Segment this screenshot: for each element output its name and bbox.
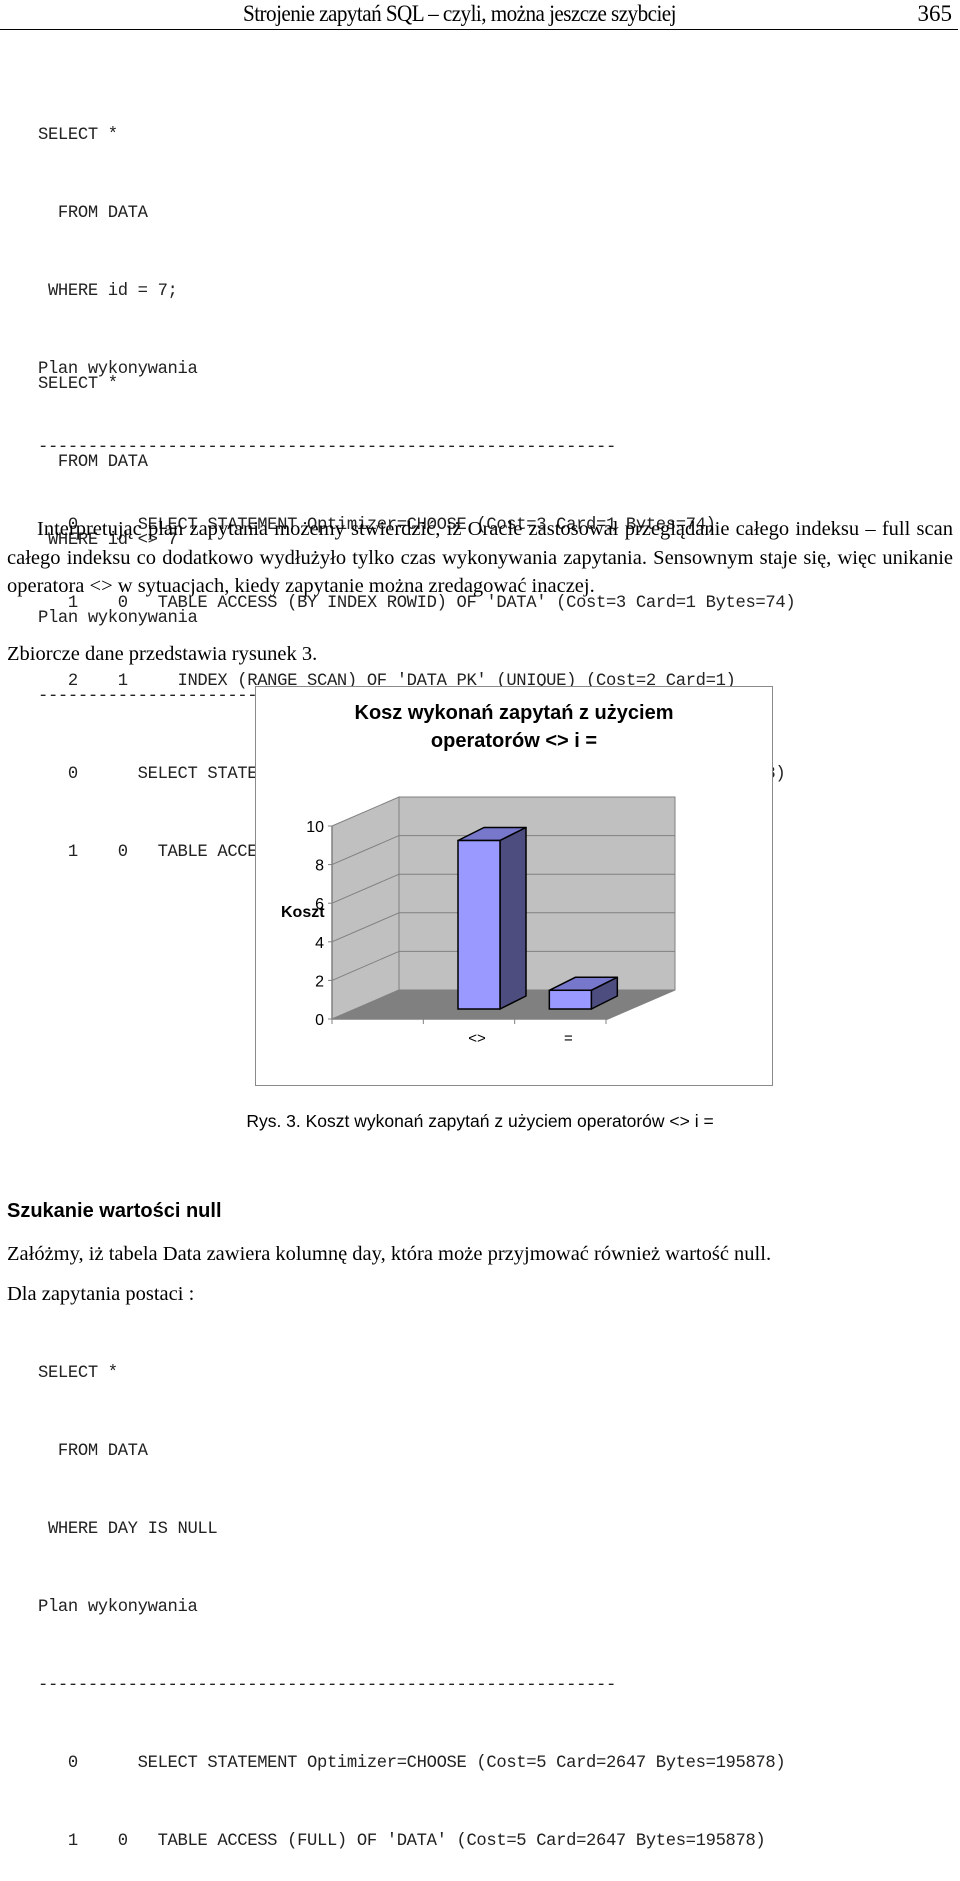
section-intro-paragraph: Załóżmy, iż tabela Data zawiera kolumnę …: [7, 1243, 772, 1265]
section-heading: Szukanie wartości null: [7, 1200, 222, 1222]
code-line: FROM DATA: [38, 204, 148, 223]
interpretation-paragraph: Interpretując plan zapytania możemy stwi…: [7, 518, 953, 597]
y-tick-label: 4: [315, 935, 324, 952]
code-line: 0 SELECT STATEMENT Optimizer=CHOOSE (Cos…: [38, 1754, 786, 1773]
bar-side-face: [499, 826, 527, 1010]
x-category-label: =: [564, 1030, 573, 1047]
code-line: SELECT *: [38, 1364, 118, 1383]
x-category-label: <>: [468, 1030, 486, 1047]
y-tick-label: 2: [315, 973, 324, 990]
y-tick-label: 10: [306, 819, 324, 836]
code-line: WHERE DAY IS NULL: [38, 1520, 218, 1539]
bar-front-face: [457, 839, 501, 1010]
code-line: FROM DATA: [38, 453, 148, 472]
code-line: 1 0 TABLE ACCESS (FULL) OF 'DATA' (Cost=…: [38, 1832, 766, 1851]
y-tick-label: 8: [315, 858, 324, 875]
y-axis-label: Koszt: [281, 904, 325, 921]
code-separator: ----------------------------------------…: [38, 1676, 616, 1695]
figure-3-chart: Kosz wykonań zapytań z użyciem operatoró…: [255, 686, 773, 1086]
code-line: Plan wykonywania: [38, 1598, 198, 1617]
chart-side-wall: [331, 796, 400, 1020]
running-header: Strojenie zapytań SQL – czyli, można jes…: [0, 0, 958, 30]
code-line: SELECT *: [38, 126, 118, 145]
chart-back-wall: [398, 796, 676, 991]
code-block-is-null-query: SELECT * FROM DATA WHERE DAY IS NULL Pla…: [38, 1309, 786, 1881]
page-number: 365: [917, 1, 953, 26]
code-line: SELECT *: [38, 375, 118, 394]
header-title: Strojenie zapytań SQL – czyli, można jes…: [243, 1, 677, 26]
section-lead-paragraph: Dla zapytania postaci :: [7, 1283, 195, 1305]
chart-plot: 0246810Koszt<> =: [281, 796, 676, 1047]
code-line: FROM DATA: [38, 1442, 148, 1461]
code-line: WHERE id = 7;: [38, 282, 178, 301]
bar-front-face: [548, 989, 593, 1010]
figure-caption: Rys. 3. Koszt wykonań zapytań z użyciem …: [246, 1111, 714, 1131]
code-line: Plan wykonywania: [38, 609, 198, 628]
y-tick-label: 0: [315, 1012, 324, 1029]
summary-paragraph: Zbiorcze dane przedstawia rysunek 3.: [7, 643, 318, 665]
